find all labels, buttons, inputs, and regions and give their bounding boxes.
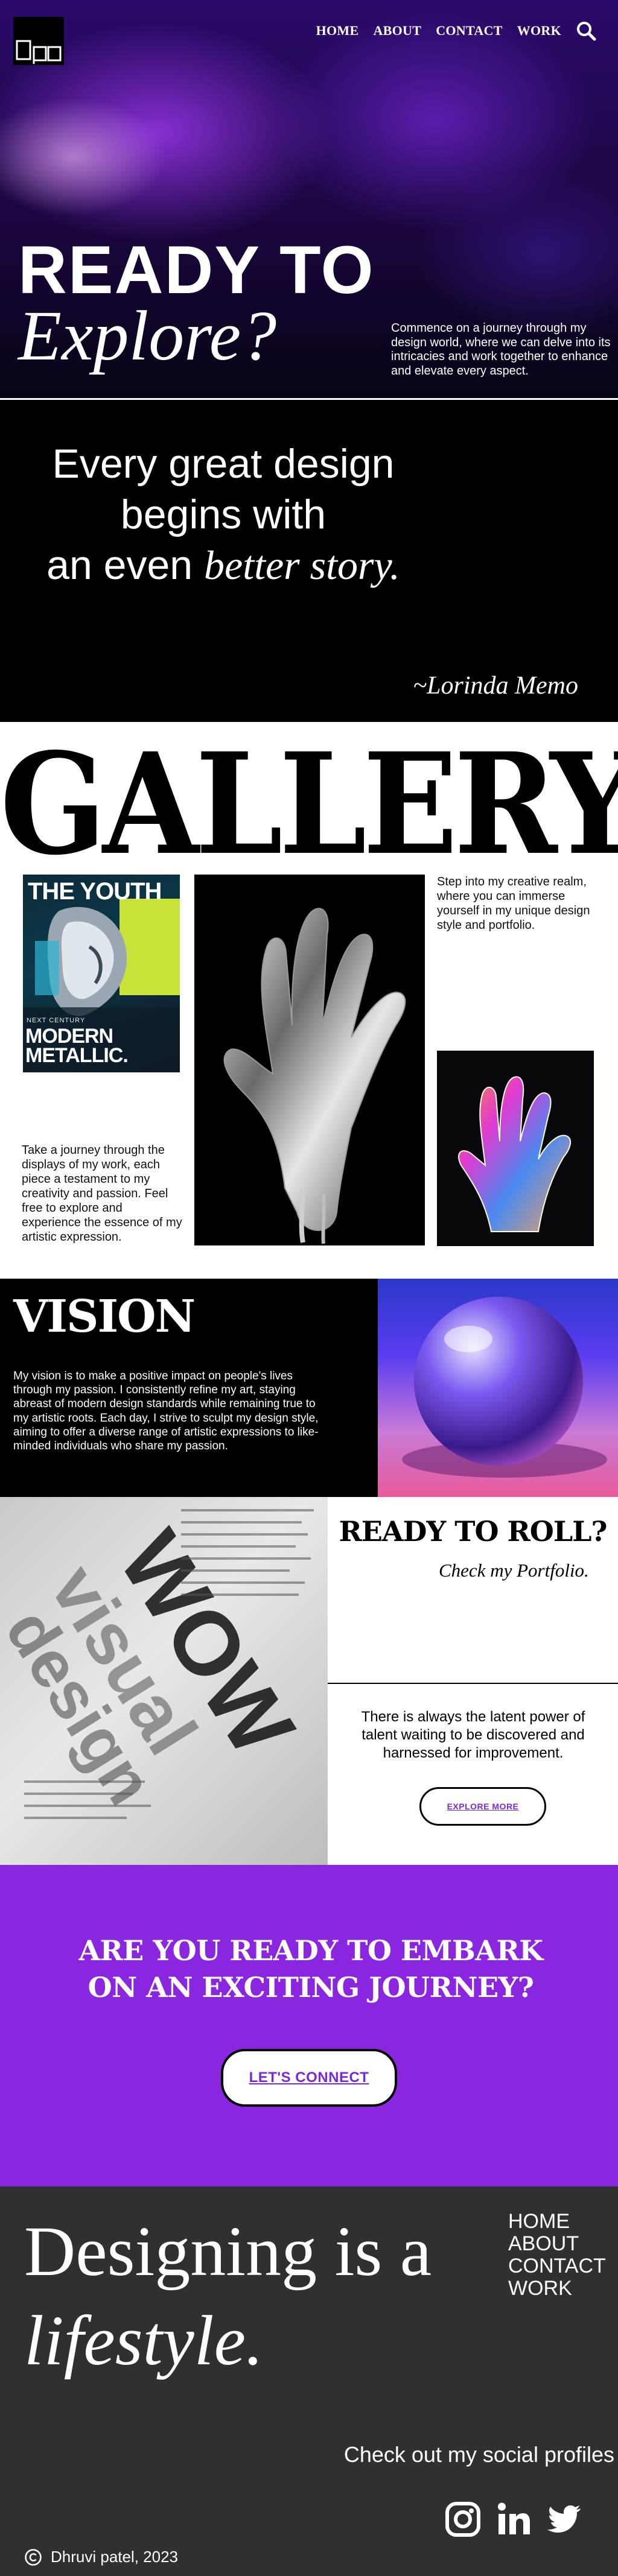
copyright-icon: [25, 2548, 42, 2566]
hero-title-line1: READY TO: [18, 232, 375, 308]
vision-body: My vision is to make a positive impact o…: [13, 1370, 319, 1452]
poster-subline: NEXT CENTURY: [27, 1017, 86, 1024]
quote-line3-plain: an even: [46, 542, 205, 588]
footer: Designing is a lifestyle. HOME ABOUT CON…: [0, 2186, 618, 2576]
vision-title: VISION: [13, 1291, 196, 1343]
quote-line3: an even better story.: [12, 540, 435, 590]
chrome-hand-art: [223, 908, 406, 1244]
poster-big-line1: MODERN: [25, 1025, 113, 1048]
hero-title: READY TO Explore?: [18, 236, 375, 372]
print-art: WOW visual design: [0, 1509, 314, 1819]
roll-divider: [328, 1683, 618, 1684]
footer-nav-work[interactable]: WORK: [508, 2277, 606, 2300]
quote-author: ~Lorinda Memo: [413, 672, 578, 700]
quote-section: Every great design begins with an even b…: [0, 398, 618, 724]
gallery-image-chrome-hand[interactable]: [194, 875, 425, 1245]
social-icons: [444, 2501, 583, 2538]
poster-big-text: MODERN METALLIC.: [25, 1025, 129, 1068]
footer-tagline: Designing is a lifestyle.: [24, 2207, 432, 2385]
portfolio-image-print: WOW visual design: [0, 1497, 328, 1865]
gallery-image-iridescent-hand[interactable]: [437, 1051, 594, 1246]
cta-section: ARE YOU READY TO EMBARK ON AN EXCITING J…: [0, 1865, 618, 2186]
poster-headline: THE YOUTH: [28, 878, 162, 905]
search-icon[interactable]: [576, 21, 596, 41]
social-profiles-text: Check out my social profiles: [343, 2442, 614, 2467]
footer-tagline-line1: Designing is a: [24, 2212, 432, 2291]
twitter-icon[interactable]: [546, 2501, 583, 2538]
copyright: Dhruvi patel, 2023: [24, 2548, 178, 2566]
hero-description: Commence on a journey through my design …: [391, 321, 611, 378]
hero-title-line2: Explore?: [18, 296, 277, 375]
vision-image-glass-sphere: [378, 1279, 618, 1497]
copyright-text: Dhruvi patel, 2023: [51, 2548, 179, 2566]
nav-work[interactable]: WORK: [517, 23, 561, 39]
vision-section: VISION My vision is to make a positive i…: [0, 1279, 378, 1497]
nav-home[interactable]: HOME: [316, 23, 359, 39]
quote-line1: Every great design: [52, 441, 395, 487]
quote-line3-italic: better story.: [204, 542, 400, 588]
gallery-title: GALLERY: [0, 722, 618, 886]
gallery-image-youth-poster[interactable]: THE YOUTH NEXT CENTURY MODERN METALLIC.: [23, 875, 180, 1072]
footer-tagline-line2: lifestyle.: [24, 2301, 264, 2380]
hero-section: HOME ABOUT CONTACT WORK READY TO Explore…: [0, 0, 618, 398]
glass-sphere-art: [402, 1297, 607, 1478]
cta-title: ARE YOU READY TO EMBARK ON AN EXCITING J…: [78, 1934, 543, 2004]
quote-line2: begins with: [120, 492, 327, 537]
explore-more-button[interactable]: EXPLORE MORE: [419, 1787, 546, 1826]
roll-subtitle: Check my Portfolio.: [439, 1560, 589, 1581]
footer-nav-about[interactable]: ABOUT: [508, 2233, 606, 2255]
nav-contact[interactable]: CONTACT: [436, 23, 502, 39]
gallery-text-right: Step into my creative realm, where you c…: [437, 875, 590, 932]
instagram-icon[interactable]: [444, 2501, 482, 2538]
top-nav: HOME ABOUT CONTACT WORK: [316, 21, 596, 41]
footer-nav-contact[interactable]: CONTACT: [508, 2255, 606, 2277]
gallery-text-left: Take a journey through the displays of m…: [22, 1144, 182, 1244]
nav-about[interactable]: ABOUT: [373, 23, 421, 39]
footer-nav: HOME ABOUT CONTACT WORK: [508, 2210, 606, 2300]
lets-connect-button[interactable]: LET'S CONNECT: [221, 2049, 397, 2107]
footer-nav-home[interactable]: HOME: [508, 2210, 606, 2233]
quote-text: Every great design begins with an even b…: [12, 438, 435, 590]
iridescent-hand-art: [458, 1076, 572, 1232]
poster-big-line2: METALLIC.: [25, 1044, 129, 1068]
roll-description: There is always the latent power of tale…: [361, 1709, 585, 1761]
logo[interactable]: [13, 17, 64, 65]
linkedin-icon[interactable]: [495, 2501, 532, 2538]
roll-title: READY TO ROLL?: [339, 1515, 608, 1548]
